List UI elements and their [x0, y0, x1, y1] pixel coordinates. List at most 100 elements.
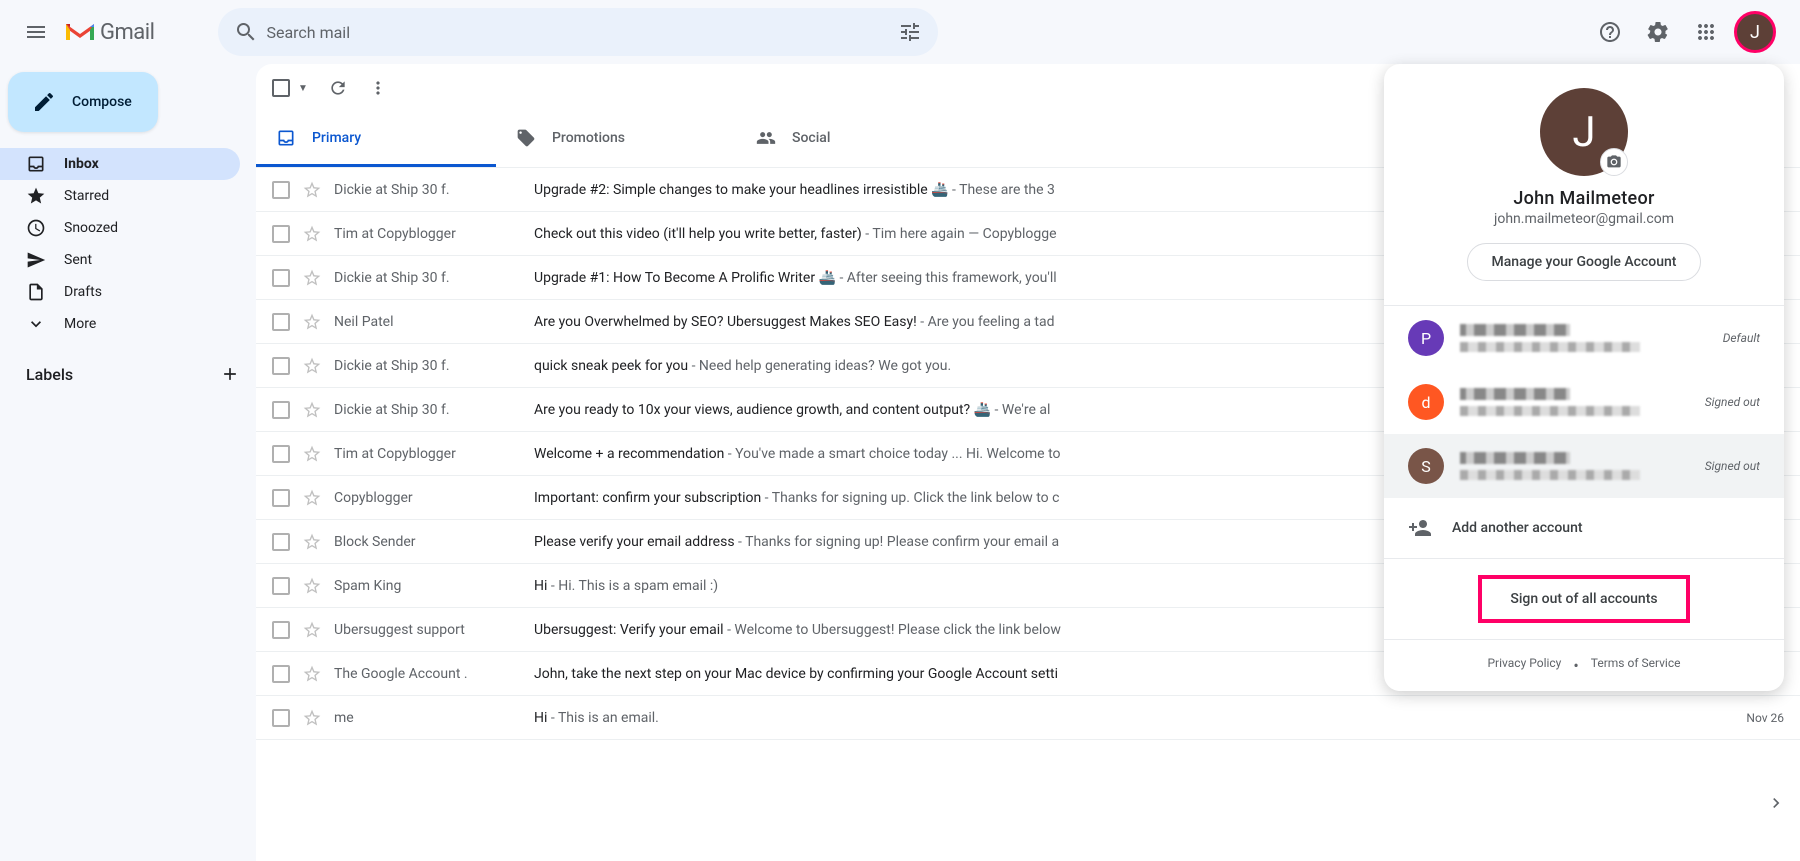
account-email-redacted [1460, 470, 1640, 480]
privacy-link[interactable]: Privacy Policy [1487, 656, 1561, 675]
sender: me [334, 710, 534, 726]
nav-label: Starred [64, 188, 109, 204]
row-checkbox[interactable] [272, 533, 290, 551]
sender: Dickie at Ship 30 f. [334, 358, 534, 374]
popup-avatar[interactable]: J [1540, 88, 1628, 176]
tab-social[interactable]: Social [736, 112, 976, 167]
add-label-button[interactable] [220, 364, 240, 384]
more-button[interactable] [368, 78, 388, 98]
sidebar-item-more[interactable]: More [0, 308, 240, 340]
star-button[interactable] [302, 224, 322, 244]
next-page-button[interactable] [1764, 791, 1788, 815]
sidebar-item-sent[interactable]: Sent [0, 244, 240, 276]
sender: Tim at Copyblogger [334, 226, 534, 242]
account-name-redacted [1460, 388, 1570, 400]
terms-link[interactable]: Terms of Service [1591, 656, 1681, 675]
account-name-redacted [1460, 452, 1570, 464]
nav-label: More [64, 316, 96, 332]
people-icon [756, 128, 776, 148]
search-options-button[interactable] [890, 12, 930, 52]
gmail-icon [64, 20, 96, 44]
row-checkbox[interactable] [272, 401, 290, 419]
footer-separator: • [1573, 656, 1578, 675]
star-button[interactable] [302, 532, 322, 552]
help-icon [1598, 20, 1622, 44]
account-name-redacted [1460, 324, 1570, 336]
sidebar: Compose Inbox Starred Snoozed Sent Drafts Mor… [0, 64, 256, 861]
support-button[interactable] [1590, 12, 1630, 52]
account-avatar: d [1408, 384, 1444, 420]
star-button[interactable] [302, 356, 322, 376]
apps-button[interactable] [1686, 12, 1726, 52]
sidebar-item-starred[interactable]: Starred [0, 180, 240, 212]
row-checkbox[interactable] [272, 445, 290, 463]
hamburger-icon [24, 20, 48, 44]
header: Gmail J [0, 0, 1800, 64]
clock-icon [26, 218, 46, 238]
star-button[interactable] [302, 620, 322, 640]
logo-text: Gmail [100, 20, 154, 45]
row-checkbox[interactable] [272, 577, 290, 595]
labels-title: Labels [26, 365, 73, 384]
search-input[interactable] [266, 23, 890, 42]
sidebar-item-snoozed[interactable]: Snoozed [0, 212, 240, 244]
row-checkbox[interactable] [272, 621, 290, 639]
inbox-icon [26, 154, 46, 174]
account-item[interactable]: d Signed out [1384, 370, 1784, 434]
sidebar-item-drafts[interactable]: Drafts [0, 276, 240, 308]
account-item[interactable]: S Signed out [1384, 434, 1784, 498]
row-checkbox[interactable] [272, 269, 290, 287]
subject-line: Hi - This is an email. [534, 710, 1724, 726]
row-checkbox[interactable] [272, 357, 290, 375]
star-button[interactable] [302, 488, 322, 508]
add-account-button[interactable]: Add another account [1384, 498, 1784, 558]
signout-section: Sign out of all accounts [1384, 558, 1784, 639]
popup-name: John Mailmeteor [1513, 188, 1654, 209]
star-button[interactable] [302, 180, 322, 200]
sender: Tim at Copyblogger [334, 446, 534, 462]
compose-button[interactable]: Compose [8, 72, 158, 132]
nav-label: Drafts [64, 284, 102, 300]
star-button[interactable] [302, 268, 322, 288]
row-checkbox[interactable] [272, 313, 290, 331]
account-avatar-button[interactable]: J [1734, 11, 1776, 53]
star-button[interactable] [302, 312, 322, 332]
account-item[interactable]: P Default [1384, 306, 1784, 370]
tab-promotions[interactable]: Promotions [496, 112, 736, 167]
account-status: Default [1723, 331, 1760, 345]
select-all-checkbox[interactable] [272, 79, 290, 97]
gmail-logo[interactable]: Gmail [64, 20, 154, 45]
tab-primary[interactable]: Primary [256, 112, 496, 167]
account-avatar: P [1408, 320, 1444, 356]
pencil-icon [32, 90, 56, 114]
tab-label: Primary [312, 130, 361, 146]
settings-button[interactable] [1638, 12, 1678, 52]
row-checkbox[interactable] [272, 181, 290, 199]
nav-label: Sent [64, 252, 92, 268]
select-dropdown[interactable]: ▼ [298, 83, 308, 94]
row-checkbox[interactable] [272, 489, 290, 507]
signout-button[interactable]: Sign out of all accounts [1478, 575, 1689, 623]
file-icon [26, 282, 46, 302]
sender: Dickie at Ship 30 f. [334, 182, 534, 198]
nav-label: Snoozed [64, 220, 118, 236]
star-button[interactable] [302, 400, 322, 420]
row-checkbox[interactable] [272, 709, 290, 727]
star-button[interactable] [302, 664, 322, 684]
email-row[interactable]: me Hi - This is an email. Nov 26 [256, 696, 1800, 740]
row-checkbox[interactable] [272, 665, 290, 683]
refresh-button[interactable] [328, 78, 348, 98]
row-checkbox[interactable] [272, 225, 290, 243]
search-button[interactable] [226, 12, 266, 52]
sidebar-item-inbox[interactable]: Inbox [0, 148, 240, 180]
star-button[interactable] [302, 576, 322, 596]
star-button[interactable] [302, 444, 322, 464]
main-menu-button[interactable] [12, 8, 60, 56]
star-button[interactable] [302, 708, 322, 728]
change-photo-button[interactable] [1600, 148, 1628, 176]
account-info [1460, 388, 1705, 416]
person-add-icon [1408, 516, 1432, 540]
manage-account-button[interactable]: Manage your Google Account [1467, 243, 1702, 281]
popup-email: john.mailmeteor@gmail.com [1494, 211, 1674, 227]
account-list: P Default d Signed out S Signed out [1384, 305, 1784, 498]
